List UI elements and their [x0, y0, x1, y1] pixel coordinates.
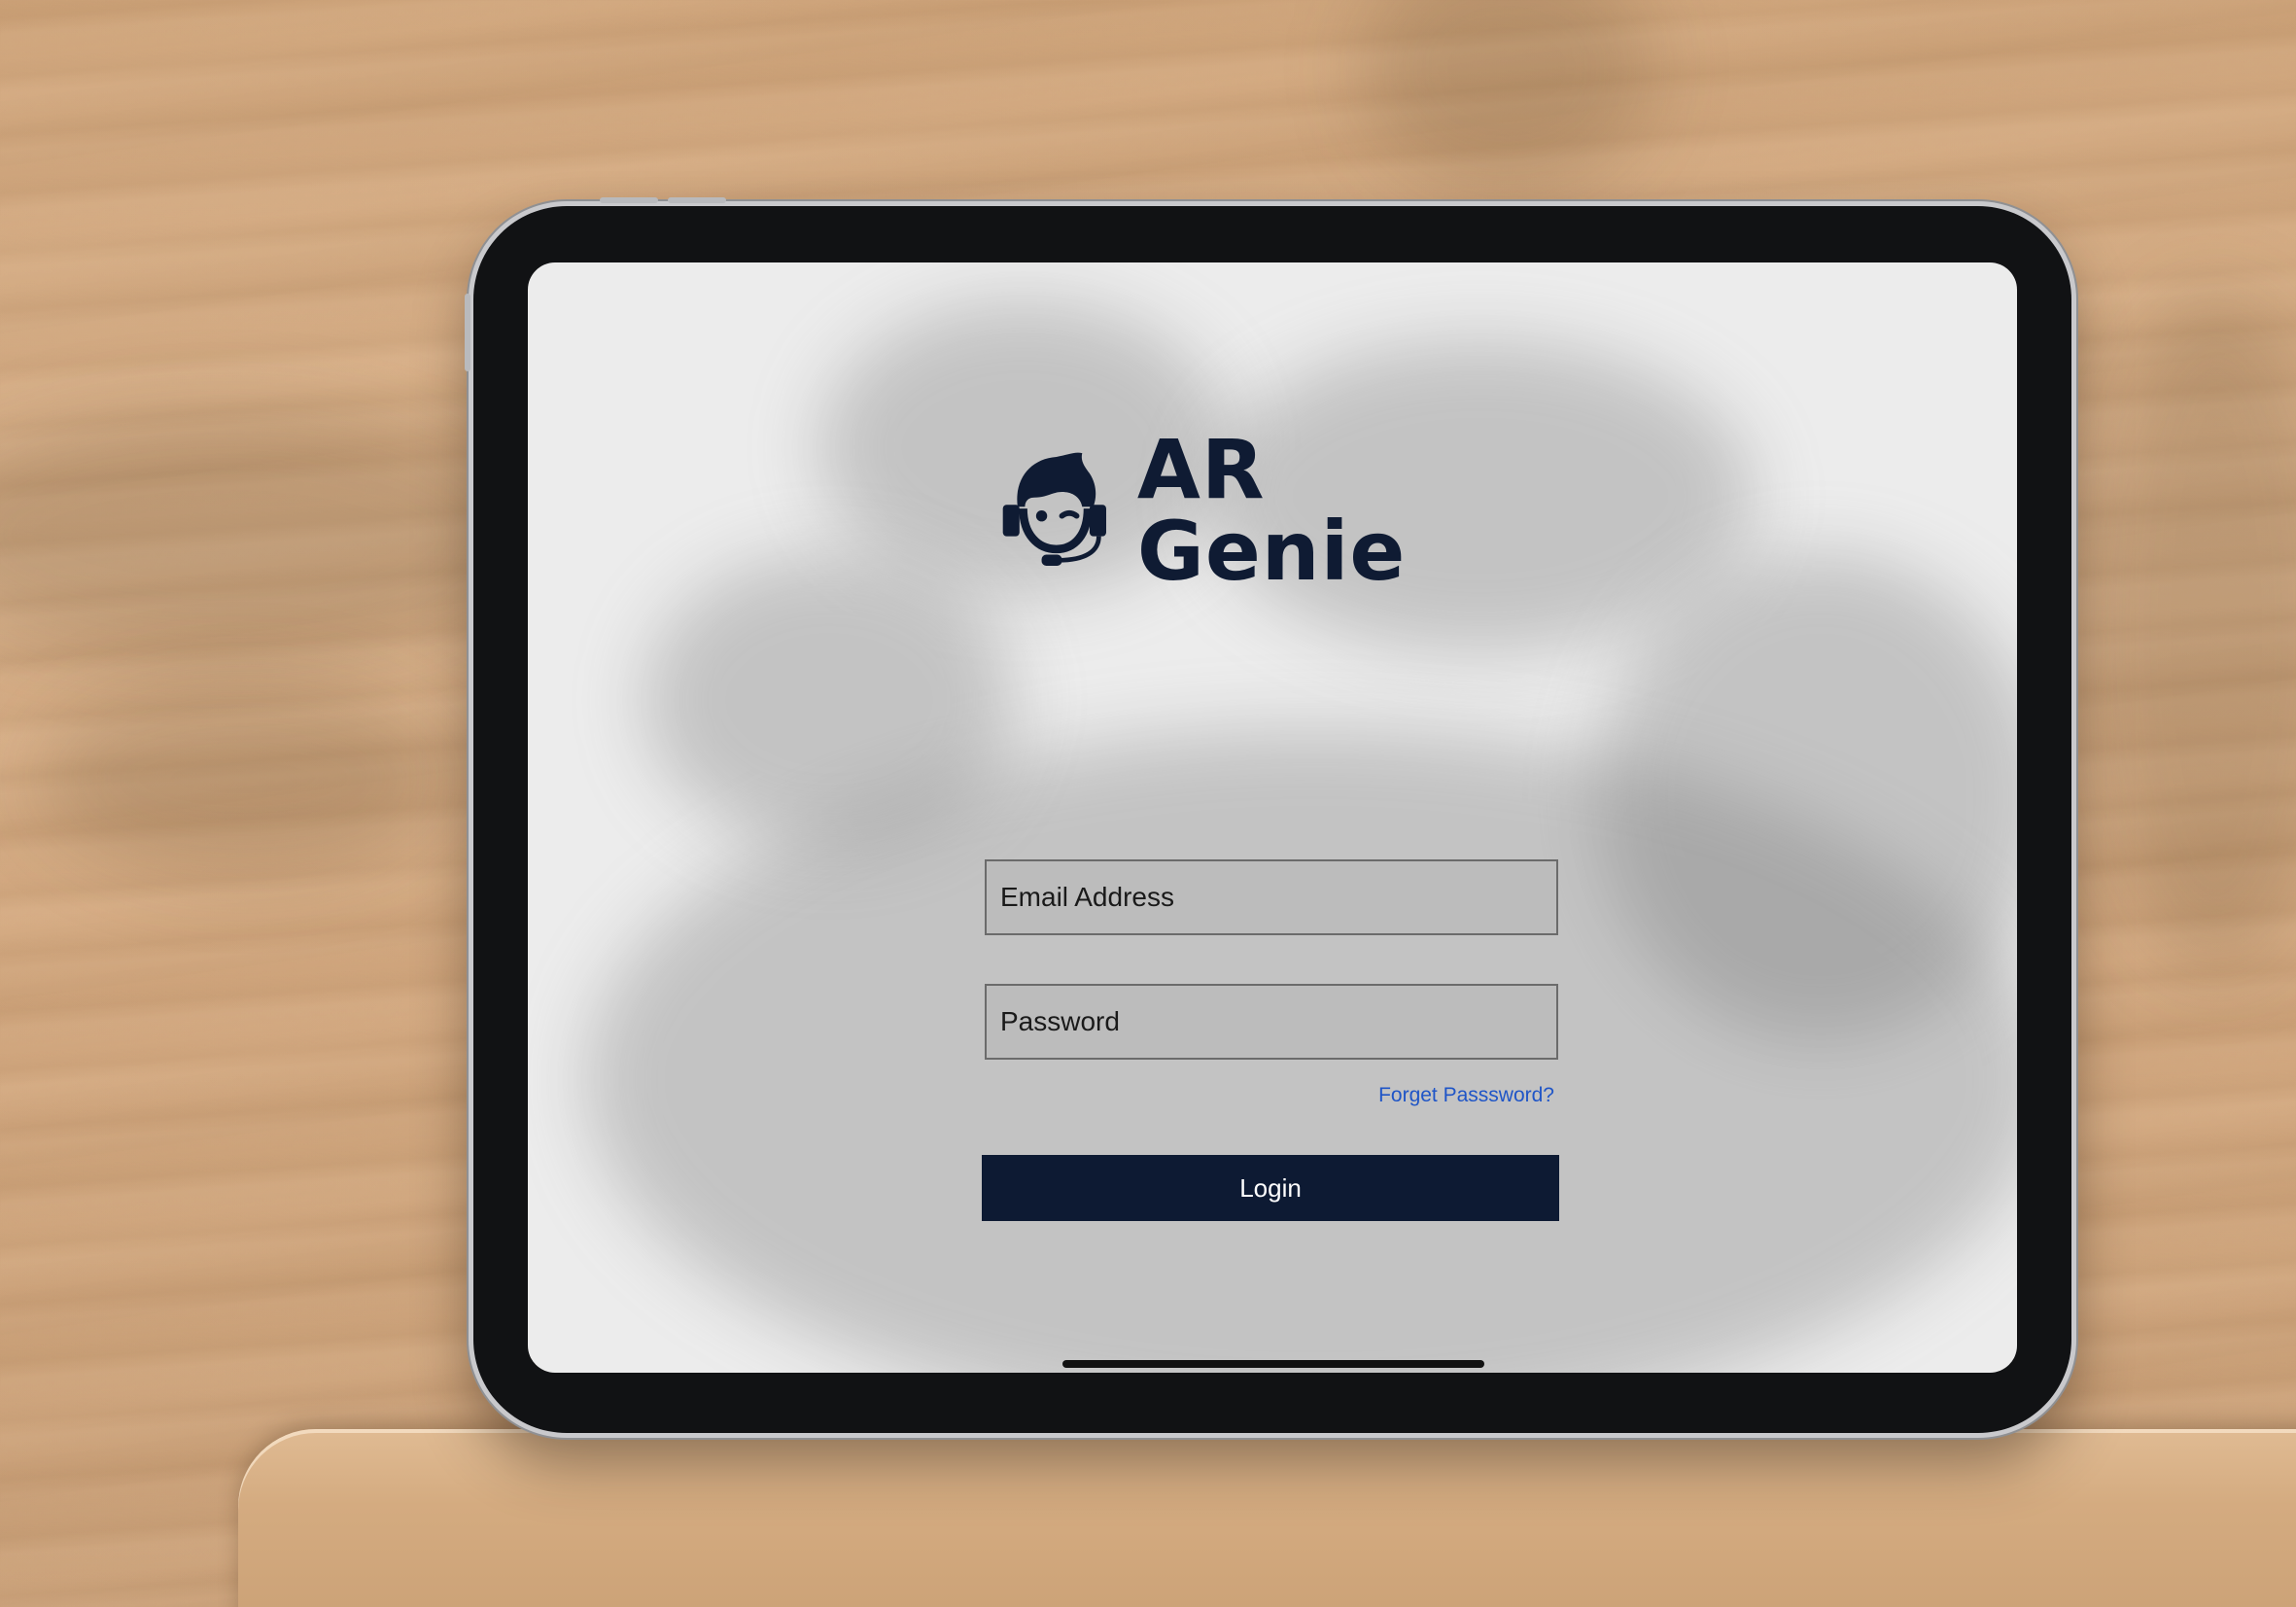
wood-shadow	[39, 681, 447, 875]
email-field[interactable]	[985, 859, 1558, 935]
wood-shadow	[1361, 0, 1652, 194]
login-screen: AR Genie Forget Passsword? Login	[528, 262, 2017, 1373]
volume-button	[600, 197, 658, 203]
app-name: AR Genie	[1136, 422, 1407, 599]
tablet-device: AR Genie Forget Passsword? Login	[465, 197, 2071, 1433]
forgot-password-link[interactable]: Forget Passsword?	[1208, 1084, 1554, 1107]
home-indicator[interactable]	[1062, 1360, 1484, 1368]
wood-shadow	[2090, 292, 2296, 972]
app-logo: AR Genie	[997, 429, 1542, 592]
volume-button	[668, 197, 726, 203]
support-agent-headset-icon	[1002, 452, 1106, 566]
login-button[interactable]: Login	[982, 1155, 1559, 1221]
power-button	[465, 294, 470, 371]
wood-shadow	[0, 408, 525, 661]
password-field[interactable]	[985, 984, 1558, 1060]
wooden-shelf	[238, 1429, 2296, 1607]
